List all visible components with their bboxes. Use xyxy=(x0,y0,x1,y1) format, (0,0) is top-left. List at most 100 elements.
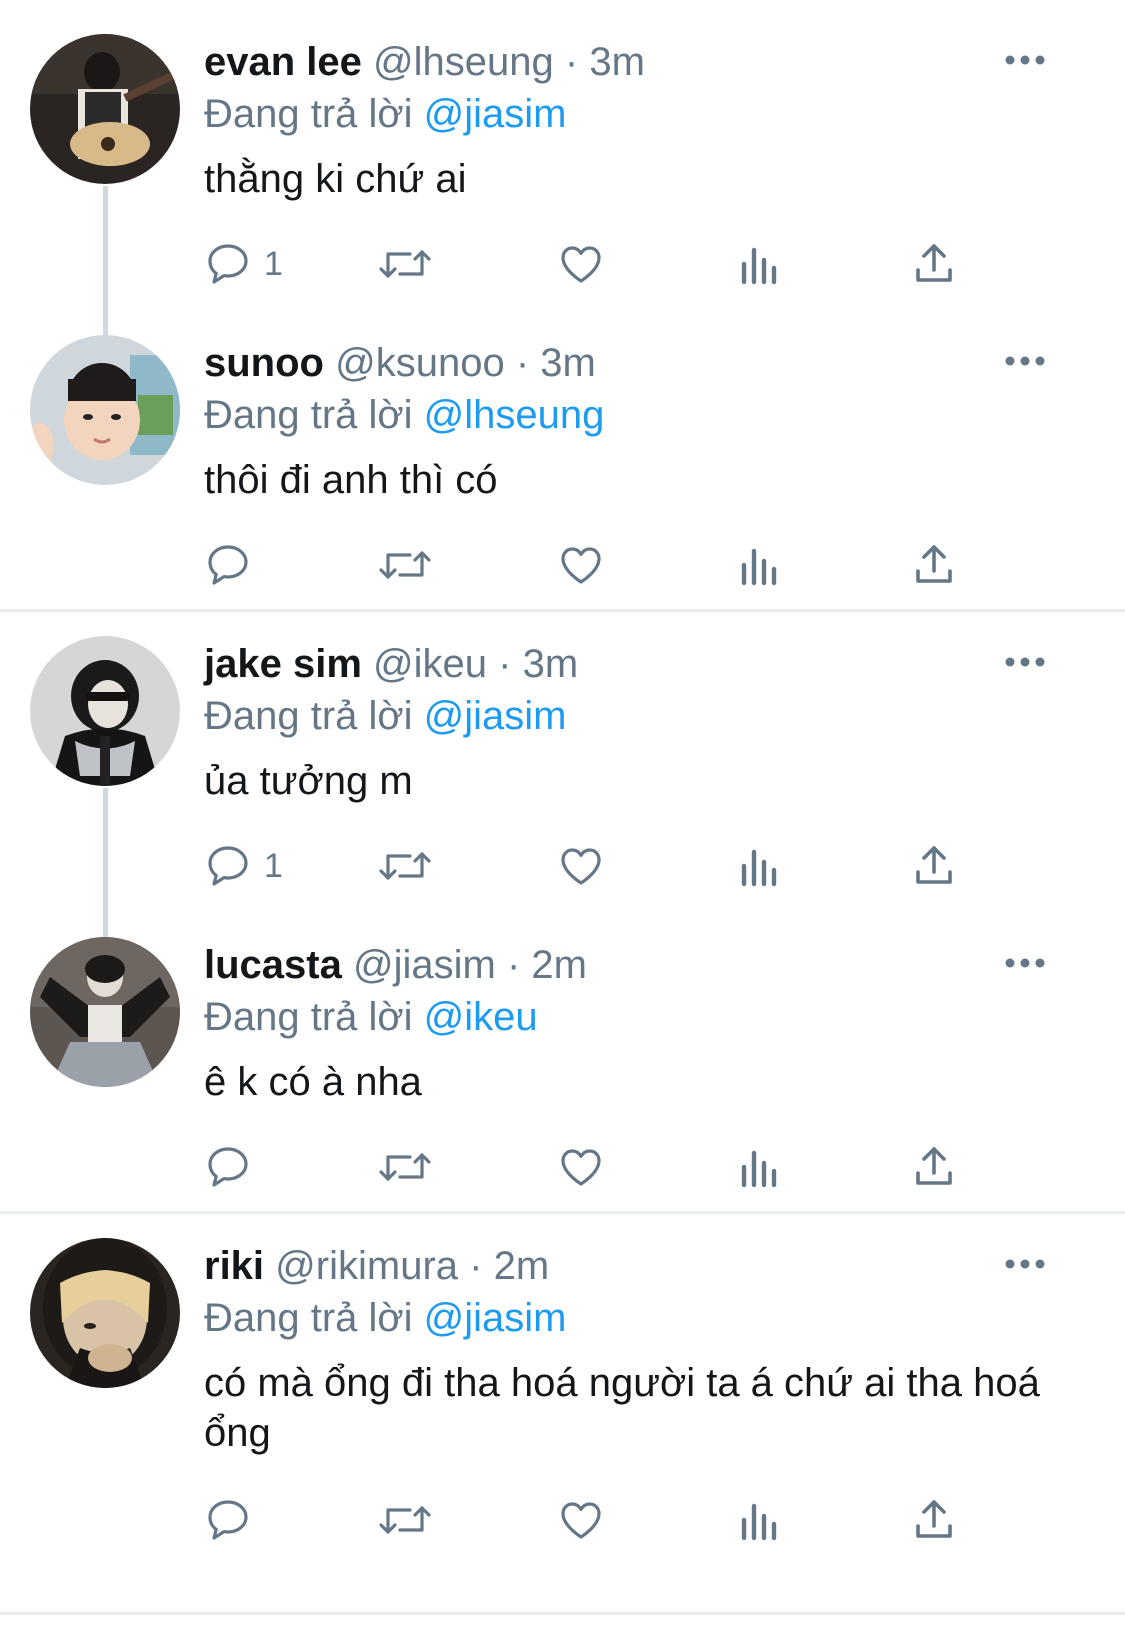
tweet[interactable]: lucasta @jiasim · 2m Đang trả lời @ikeu … xyxy=(0,903,1125,1203)
tweet-header: evan lee @lhseung · 3m xyxy=(204,38,645,86)
thread-divider xyxy=(0,1612,1125,1615)
timestamp[interactable]: 2m xyxy=(531,943,587,987)
action-bar xyxy=(204,539,1004,591)
analytics-icon xyxy=(741,1503,777,1541)
heart-icon xyxy=(561,547,601,584)
action-bar xyxy=(204,1141,1004,1193)
analytics-icon xyxy=(741,1150,777,1188)
display-name[interactable]: sunoo xyxy=(204,341,324,385)
replying-prefix: Đang trả lời xyxy=(204,694,413,738)
share-button[interactable] xyxy=(910,840,958,892)
reply-button[interactable]: 1 xyxy=(204,238,283,290)
action-bar: 1 xyxy=(204,840,1004,892)
share-icon xyxy=(916,1500,952,1538)
timestamp[interactable]: 3m xyxy=(589,40,645,84)
avatar[interactable] xyxy=(30,1238,180,1388)
share-button[interactable] xyxy=(910,238,958,290)
display-name[interactable]: evan lee xyxy=(204,40,362,84)
mention-link[interactable]: @lhseung xyxy=(424,393,605,437)
share-button[interactable] xyxy=(910,539,958,591)
separator: · xyxy=(506,943,521,987)
user-handle[interactable]: @lhseung xyxy=(373,40,554,84)
more-options-button[interactable] xyxy=(1005,955,1045,971)
more-dots-icon xyxy=(1005,958,1045,968)
reply-icon xyxy=(208,545,248,585)
reply-button[interactable] xyxy=(204,1494,264,1546)
reply-button[interactable] xyxy=(204,539,264,591)
user-handle[interactable]: @jiasim xyxy=(353,943,496,987)
heart-icon xyxy=(561,848,601,885)
retweet-icon xyxy=(379,551,431,579)
heart-icon xyxy=(561,1502,601,1539)
retweet-icon xyxy=(379,1506,431,1534)
mention-link[interactable]: @jiasim xyxy=(424,92,567,136)
user-handle[interactable]: @ikeu xyxy=(373,642,487,686)
like-button[interactable] xyxy=(556,539,606,591)
reply-count: 1 xyxy=(264,244,283,283)
tweet-text: ủa tưởng m xyxy=(204,759,413,803)
more-dots-icon xyxy=(1005,657,1045,667)
retweet-icon xyxy=(379,250,431,278)
avatar[interactable] xyxy=(30,34,180,184)
mention-link[interactable]: @ikeu xyxy=(424,995,538,1039)
retweet-button[interactable] xyxy=(378,238,432,290)
analytics-button[interactable] xyxy=(738,1494,782,1546)
timestamp[interactable]: 3m xyxy=(540,341,596,385)
share-button[interactable] xyxy=(910,1494,958,1546)
more-options-button[interactable] xyxy=(1005,1256,1045,1272)
display-name[interactable]: riki xyxy=(204,1244,264,1288)
replying-to: Đang trả lời @jiasim xyxy=(204,90,567,138)
analytics-icon xyxy=(741,548,777,586)
tweet[interactable]: riki @rikimura · 2m Đang trả lời @jiasim… xyxy=(0,1204,1125,1584)
like-button[interactable] xyxy=(556,1141,606,1193)
tweet-header: riki @rikimura · 2m xyxy=(204,1242,549,1290)
analytics-button[interactable] xyxy=(738,238,782,290)
tweet-text: thằng ki chứ ai xyxy=(204,157,467,201)
avatar[interactable] xyxy=(30,636,180,786)
retweet-button[interactable] xyxy=(378,1141,432,1193)
more-options-button[interactable] xyxy=(1005,353,1045,369)
retweet-button[interactable] xyxy=(378,840,432,892)
avatar[interactable] xyxy=(30,937,180,1087)
display-name[interactable]: lucasta xyxy=(204,943,342,987)
analytics-button[interactable] xyxy=(738,1141,782,1193)
analytics-icon xyxy=(741,247,777,285)
user-handle[interactable]: @rikimura xyxy=(275,1244,458,1288)
analytics-button[interactable] xyxy=(738,840,782,892)
like-button[interactable] xyxy=(556,238,606,290)
more-options-button[interactable] xyxy=(1005,52,1045,68)
replying-prefix: Đang trả lời xyxy=(204,393,413,437)
more-options-button[interactable] xyxy=(1005,654,1045,670)
avatar[interactable] xyxy=(30,335,180,485)
tweet[interactable]: sunoo @ksunoo · 3m Đang trả lời @lhseung… xyxy=(0,301,1125,601)
share-icon xyxy=(916,545,952,583)
display-name[interactable]: jake sim xyxy=(204,642,362,686)
mention-link[interactable]: @jiasim xyxy=(424,694,567,738)
analytics-button[interactable] xyxy=(738,539,782,591)
share-button[interactable] xyxy=(910,1141,958,1193)
tweet-header: lucasta @jiasim · 2m xyxy=(204,941,587,989)
retweet-icon xyxy=(379,1153,431,1181)
like-button[interactable] xyxy=(556,1494,606,1546)
replying-to: Đang trả lời @jiasim xyxy=(204,692,567,740)
like-button[interactable] xyxy=(556,840,606,892)
replying-to: Đang trả lời @jiasim xyxy=(204,1294,567,1342)
tweet[interactable]: evan lee @lhseung · 3m Đang trả lời @jia… xyxy=(0,0,1125,336)
timestamp[interactable]: 2m xyxy=(494,1244,550,1288)
separator: · xyxy=(564,40,579,84)
mention-link[interactable]: @jiasim xyxy=(424,1296,567,1340)
tweet[interactable]: jake sim @ikeu · 3m Đang trả lời @jiasim… xyxy=(0,602,1125,938)
user-handle[interactable]: @ksunoo xyxy=(335,341,505,385)
reply-button[interactable]: 1 xyxy=(204,840,283,892)
retweet-button[interactable] xyxy=(378,1494,432,1546)
reply-button[interactable] xyxy=(204,1141,264,1193)
retweet-button[interactable] xyxy=(378,539,432,591)
more-dots-icon xyxy=(1005,356,1045,366)
share-icon xyxy=(916,846,952,884)
timestamp[interactable]: 3m xyxy=(523,642,579,686)
heart-icon xyxy=(561,1149,601,1186)
tweet-text: có mà ổng đi tha hoá người ta á chứ ai t… xyxy=(204,1361,1040,1455)
share-icon xyxy=(916,244,952,282)
separator: · xyxy=(515,341,530,385)
separator: · xyxy=(498,642,512,686)
